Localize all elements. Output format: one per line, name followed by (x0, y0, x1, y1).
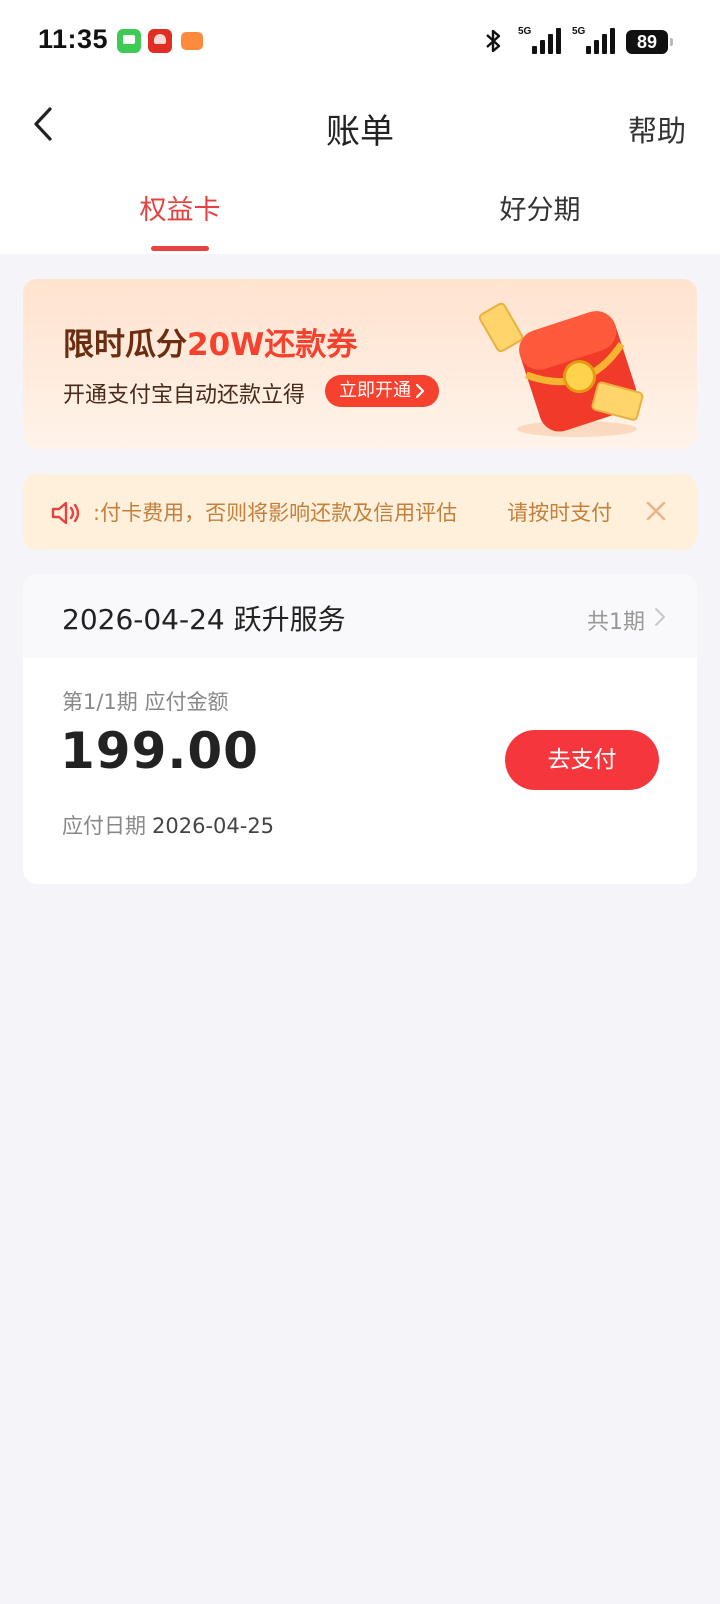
chevron-right-icon (415, 383, 425, 399)
header-area: 11:35 5G 5G 89 账单 帮助 权益卡 好分期 (0, 0, 720, 254)
battery-icon: 89 (626, 30, 673, 54)
period-count: 共1期 (587, 610, 645, 635)
promo-title-prefix: 限时瓜分 (63, 327, 187, 363)
signal-icon: 5G (518, 26, 562, 56)
nav-bar: 账单 帮助 (0, 90, 720, 160)
promo-title: 限时瓜分20W还款券 (63, 319, 357, 364)
page-title: 账单 (326, 112, 394, 152)
help-button[interactable]: 帮助 (628, 108, 686, 150)
close-icon[interactable] (643, 498, 669, 524)
red-packet-icon (478, 302, 644, 437)
notice-text: :付卡费用，否则将影响还款及信用评估 请按时支付 (93, 497, 612, 527)
bill-card: 2026-04-24 跃升服务 共1期 第1/1期 应付金额 199.00 应付… (23, 574, 697, 884)
signal-icon: 5G (572, 26, 616, 56)
bluetooth-icon (484, 26, 502, 56)
activate-now-button[interactable]: 立即开通 (325, 375, 439, 407)
promo-subtitle: 开通支付宝自动还款立得 (63, 383, 306, 408)
amount-due: 199.00 (60, 722, 259, 780)
speaker-icon (51, 501, 80, 525)
network-type-label: 5G (518, 26, 532, 37)
active-tab-indicator (151, 246, 209, 251)
due-date-label: 应付日期 (62, 814, 146, 838)
bill-title: 2026-04-24 跃升服务 (62, 603, 346, 636)
due-date-row: 应付日期 2026-04-25 (62, 810, 274, 840)
bill-card-header[interactable]: 2026-04-24 跃升服务 共1期 (23, 574, 697, 658)
notice-marquee: :付卡费用，否则将影响还款及信用评估 请按时支付 (93, 474, 643, 550)
activate-now-label: 立即开通 (339, 380, 411, 401)
messages-app-icon (117, 29, 141, 53)
status-bar: 11:35 5G 5G 89 (0, 0, 720, 84)
game-app-icon (181, 32, 203, 50)
notice-text-part1: :付卡费用，否则将影响还款及信用评估 (93, 501, 458, 525)
tab-installment[interactable]: 好分期 (440, 188, 640, 227)
promo-title-highlight: 20W还款券 (187, 327, 358, 363)
notice-bar: :付卡费用，否则将影响还款及信用评估 请按时支付 (23, 474, 697, 550)
shopping-app-icon (148, 29, 172, 53)
pay-button[interactable]: 去支付 (505, 730, 659, 790)
promo-banner[interactable]: 限时瓜分20W还款券 开通支付宝自动还款立得 立即开通 (23, 279, 697, 449)
status-indicators: 5G 5G 89 (484, 26, 673, 56)
tab-bar: 权益卡 好分期 (0, 180, 720, 254)
notice-text-part2: 请按时支付 (507, 501, 613, 525)
status-time: 11:35 (38, 24, 109, 54)
chevron-right-icon (655, 608, 665, 626)
tab-benefit-card[interactable]: 权益卡 (80, 188, 280, 227)
period-amount-label: 第1/1期 应付金额 (62, 690, 229, 714)
network-type-label: 5G (572, 26, 586, 37)
due-date-value: 2026-04-25 (152, 814, 275, 838)
